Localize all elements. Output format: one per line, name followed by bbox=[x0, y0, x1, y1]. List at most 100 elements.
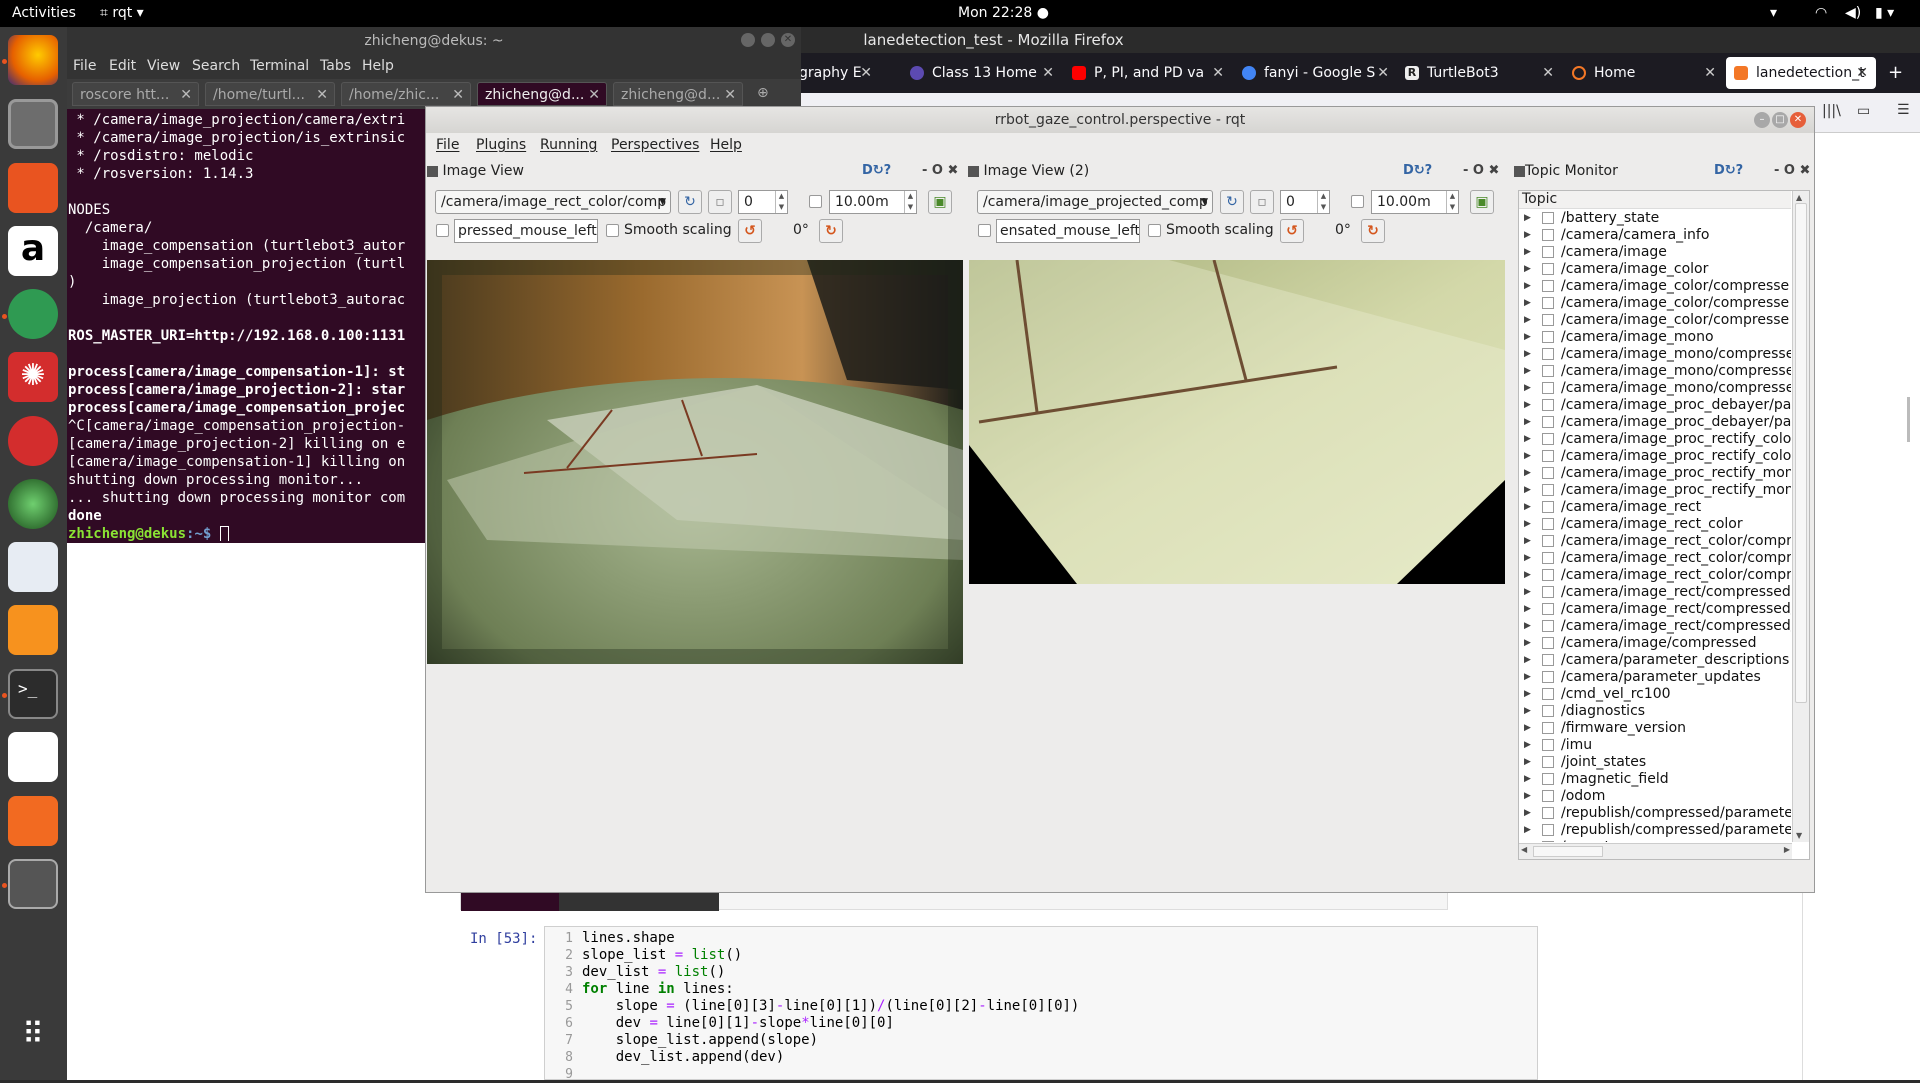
terminal-tab[interactable]: /home/zhic... ✕ bbox=[341, 82, 471, 106]
code-source[interactable]: lines.shape slope_list = list() dev_list… bbox=[582, 930, 1079, 1066]
range-spinbox[interactable]: 10.00m ▲ ▼ bbox=[1371, 190, 1459, 214]
topic-checkbox[interactable] bbox=[1542, 450, 1554, 462]
expand-arrow-icon[interactable]: ▶ bbox=[1524, 788, 1531, 805]
new-tab-icon[interactable]: + bbox=[1882, 57, 1912, 89]
range-spinbox[interactable]: 10.00m ▲ ▼ bbox=[829, 190, 917, 214]
topic-row[interactable]: ▶ /diagnostics bbox=[1519, 703, 1791, 720]
menu-tabs[interactable]: Tabs bbox=[320, 58, 351, 74]
expand-arrow-icon[interactable]: ▶ bbox=[1524, 278, 1531, 295]
mouse-topic-input[interactable]: pressed_mouse_left bbox=[454, 219, 598, 243]
expand-arrow-icon[interactable]: ▶ bbox=[1524, 805, 1531, 822]
panel-window-controls[interactable]: - O ✖ bbox=[1463, 163, 1499, 178]
activities-button[interactable]: Activities bbox=[12, 5, 76, 21]
save-image-button[interactable]: ▣ bbox=[1470, 190, 1494, 214]
close-icon[interactable]: ✕ bbox=[588, 83, 600, 105]
dynamic-range-checkbox[interactable] bbox=[1351, 195, 1364, 208]
value-spinbox[interactable]: 0 ▲ ▼ bbox=[738, 190, 788, 214]
topic-checkbox[interactable] bbox=[1542, 739, 1554, 751]
atom-icon[interactable] bbox=[8, 289, 58, 339]
rotate-left-button[interactable]: ↺ bbox=[1280, 219, 1304, 243]
expand-arrow-icon[interactable]: ▶ bbox=[1524, 686, 1531, 703]
image-topic-select[interactable]: /camera/image_rect_color/comp ▼ bbox=[435, 190, 671, 214]
sidebar-icon[interactable]: ▭ bbox=[1857, 103, 1870, 119]
panel-window-controls[interactable]: - O ✖ bbox=[922, 163, 958, 178]
topic-row[interactable]: ▶ /camera/image_rect bbox=[1519, 499, 1791, 516]
expand-arrow-icon[interactable]: ▶ bbox=[1524, 652, 1531, 669]
show-applications-icon[interactable]: ⠿ bbox=[8, 1012, 58, 1062]
close-icon[interactable]: ✕ bbox=[1042, 57, 1054, 89]
close-icon[interactable]: ✕ bbox=[316, 83, 328, 105]
topic-row[interactable]: ▶ /camera/image_proc_debayer/par bbox=[1519, 414, 1791, 431]
column-header-topic[interactable]: Topic bbox=[1519, 191, 1791, 209]
topic-row[interactable]: ▶ /joint_states bbox=[1519, 754, 1791, 771]
expand-arrow-icon[interactable]: ▶ bbox=[1524, 720, 1531, 737]
topic-checkbox[interactable] bbox=[1542, 518, 1554, 530]
topic-checkbox[interactable] bbox=[1542, 773, 1554, 785]
topic-checkbox[interactable] bbox=[1542, 382, 1554, 394]
topic-row[interactable]: ▶ /camera/image_color bbox=[1519, 261, 1791, 278]
expand-arrow-icon[interactable]: ▶ bbox=[1524, 771, 1531, 788]
refresh-topics-button[interactable]: ↻ bbox=[1220, 190, 1244, 214]
publish-click-checkbox[interactable] bbox=[436, 224, 449, 237]
gedit-icon[interactable] bbox=[8, 542, 58, 592]
maximize-icon[interactable]: □ bbox=[1772, 112, 1788, 128]
expand-arrow-icon[interactable]: ▶ bbox=[1524, 533, 1531, 550]
topic-row[interactable]: ▶ /camera/image_color/compresse bbox=[1519, 295, 1791, 312]
expand-arrow-icon[interactable]: ▶ bbox=[1524, 737, 1531, 754]
topic-row[interactable]: ▶ /camera/image_color/compresse bbox=[1519, 278, 1791, 295]
topic-row[interactable]: ▶ /magnetic_field bbox=[1519, 771, 1791, 788]
expand-arrow-icon[interactable]: ▶ bbox=[1524, 363, 1531, 380]
topic-row[interactable]: ▶ /camera/image_rect_color/compr bbox=[1519, 567, 1791, 584]
publish-click-checkbox[interactable] bbox=[978, 224, 991, 237]
expand-arrow-icon[interactable]: ▶ bbox=[1524, 635, 1531, 652]
globe-icon[interactable] bbox=[8, 479, 58, 529]
browser-tab[interactable]: fanyi - Google S ✕ bbox=[1234, 57, 1397, 89]
topic-checkbox[interactable] bbox=[1542, 671, 1554, 683]
topic-checkbox[interactable] bbox=[1542, 501, 1554, 513]
topic-checkbox[interactable] bbox=[1542, 637, 1554, 649]
spin-arrows-icon[interactable]: ▲ ▼ bbox=[775, 191, 787, 213]
panel-help-buttons[interactable]: D↻? bbox=[862, 163, 891, 178]
topic-checkbox[interactable] bbox=[1542, 331, 1554, 343]
topic-checkbox[interactable] bbox=[1542, 841, 1554, 842]
topic-checkbox[interactable] bbox=[1542, 416, 1554, 428]
smooth-scaling-checkbox[interactable] bbox=[606, 224, 619, 237]
value-spinbox[interactable]: 0 ▲ ▼ bbox=[1280, 190, 1330, 214]
terminal-tab[interactable]: zhicheng@d... ✕ bbox=[613, 82, 743, 106]
topic-row[interactable]: ▶ /cmd_vel_rc100 bbox=[1519, 686, 1791, 703]
topic-row[interactable]: ▶ /camera/parameter_descriptions bbox=[1519, 652, 1791, 669]
camera-image-projected[interactable] bbox=[969, 260, 1505, 584]
scroll-up-icon[interactable]: ▲ bbox=[1796, 193, 1802, 202]
topic-checkbox[interactable] bbox=[1542, 314, 1554, 326]
expand-arrow-icon[interactable]: ▶ bbox=[1524, 346, 1531, 363]
scroll-left-icon[interactable]: ◀ bbox=[1521, 845, 1527, 854]
panel-help-buttons[interactable]: D↻? bbox=[1714, 163, 1743, 178]
zoom-button[interactable]: ▫ bbox=[1250, 190, 1274, 214]
spin-arrows-icon[interactable]: ▲ ▼ bbox=[1446, 191, 1458, 213]
terminal-icon[interactable]: >_ bbox=[8, 669, 58, 719]
topic-checkbox[interactable] bbox=[1542, 297, 1554, 309]
topic-row[interactable]: ▶ /republish/compressed/paramete bbox=[1519, 805, 1791, 822]
expand-arrow-icon[interactable]: ▶ bbox=[1524, 312, 1531, 329]
expand-arrow-icon[interactable]: ▶ bbox=[1524, 397, 1531, 414]
minimize-icon[interactable]: – bbox=[1754, 112, 1770, 128]
topic-row[interactable]: ▶ /camera/image_rect_color/compr bbox=[1519, 550, 1791, 567]
new-tab-icon[interactable]: ⊕ bbox=[757, 85, 769, 101]
firefox-icon[interactable] bbox=[8, 35, 58, 85]
topic-row[interactable]: ▶ /camera/image_mono/compresse bbox=[1519, 346, 1791, 363]
expand-arrow-icon[interactable]: ▶ bbox=[1524, 448, 1531, 465]
topic-checkbox[interactable] bbox=[1542, 399, 1554, 411]
browser-tab[interactable]: Home ✕ bbox=[1564, 57, 1724, 89]
scrollbar-thumb[interactable] bbox=[1533, 846, 1603, 857]
rotate-right-button[interactable]: ↻ bbox=[819, 219, 843, 243]
topic-row[interactable]: ▶ /camera/image_proc_rectify_mon bbox=[1519, 482, 1791, 499]
expand-arrow-icon[interactable]: ▶ bbox=[1524, 414, 1531, 431]
browser-tab[interactable]: graphy E ✕ bbox=[795, 57, 880, 89]
expand-arrow-icon[interactable]: ▶ bbox=[1524, 295, 1531, 312]
topic-row[interactable]: ▶ /odom bbox=[1519, 788, 1791, 805]
expand-arrow-icon[interactable]: ▶ bbox=[1524, 839, 1531, 842]
rotate-right-button[interactable]: ↻ bbox=[1361, 219, 1385, 243]
expand-arrow-icon[interactable]: ▶ bbox=[1524, 703, 1531, 720]
expand-arrow-icon[interactable]: ▶ bbox=[1524, 482, 1531, 499]
topic-checkbox[interactable] bbox=[1542, 824, 1554, 836]
